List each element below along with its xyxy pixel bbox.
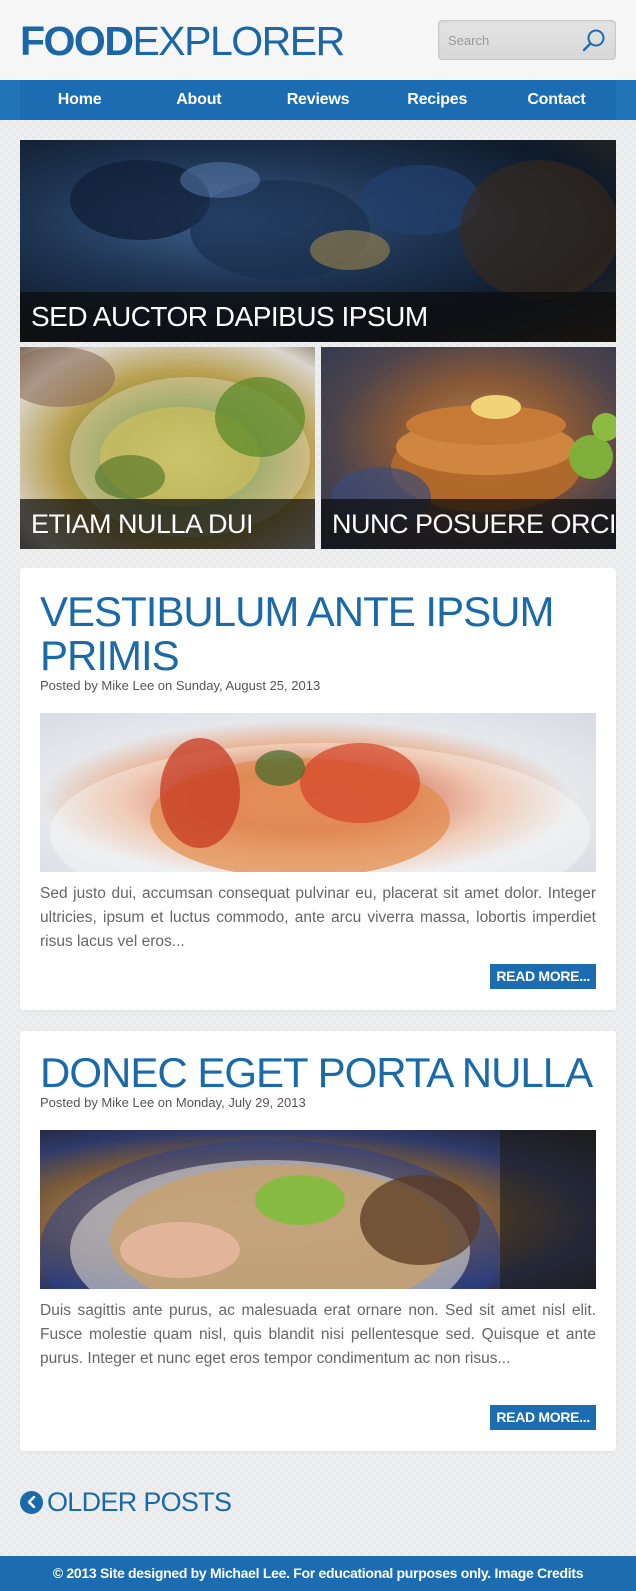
post-excerpt: Sed justo dui, accumsan consequat pulvin…	[40, 885, 596, 950]
image-credits-link[interactable]: Image Credits	[495, 1565, 584, 1581]
search-icon[interactable]	[581, 27, 607, 53]
featured-caption: NUNC POSUERE ORCI	[321, 499, 616, 549]
older-posts-link[interactable]: OLDER POSTS	[20, 1486, 232, 1518]
search-box	[438, 20, 616, 60]
logo-bold-text: FOOD	[20, 18, 134, 64]
post-meta: Posted by Mike Lee on Sunday, August 25,…	[40, 678, 321, 693]
featured-tile-mussels[interactable]: SED AUCTOR DAPIBUS IPSUM	[20, 140, 616, 342]
search-input[interactable]	[439, 21, 579, 59]
pasta-image	[50, 738, 590, 872]
nav-item-contact[interactable]: Contact	[497, 80, 616, 120]
nav-item-reviews[interactable]: Reviews	[258, 80, 377, 120]
nav-item-home[interactable]: Home	[20, 80, 139, 120]
nav-item-recipes[interactable]: Recipes	[378, 80, 497, 120]
featured-tile-pancakes[interactable]: NUNC POSUERE ORCI	[321, 347, 616, 549]
post-title[interactable]: DONEC EGET PORTA NULLA	[40, 1051, 596, 1095]
blog-post: VESTIBULUM ANTE IPSUM PRIMIS Posted by M…	[20, 568, 616, 1010]
ramen-image	[40, 1130, 596, 1289]
main-nav-inner: Home About Reviews Recipes Contact	[20, 80, 616, 120]
post-title[interactable]: VESTIBULUM ANTE IPSUM PRIMIS	[40, 590, 596, 678]
chevron-left-icon	[20, 1490, 43, 1514]
read-more-button[interactable]: READ MORE...	[490, 964, 596, 989]
post-image-pasta[interactable]	[40, 713, 596, 872]
older-posts-label: OLDER POSTS	[47, 1487, 232, 1517]
post-image-ramen[interactable]	[40, 1130, 596, 1289]
footer-copyright: © 2013 Site designed by Michael Lee. For…	[52, 1565, 491, 1581]
featured-tile-salad[interactable]: ETIAM NULLA DUI	[20, 347, 315, 549]
site-footer: © 2013 Site designed by Michael Lee. For…	[0, 1556, 636, 1591]
blog-post: DONEC EGET PORTA NULLA Posted by Mike Le…	[20, 1031, 616, 1451]
logo-light-text: EXPLORER	[132, 18, 345, 64]
site-header: FOODEXPLORER	[0, 0, 636, 80]
nav-item-about[interactable]: About	[139, 80, 258, 120]
post-excerpt: Duis sagittis ante purus, ac malesuada e…	[40, 1302, 596, 1367]
featured-caption: ETIAM NULLA DUI	[20, 499, 315, 549]
post-meta: Posted by Mike Lee on Monday, July 29, 2…	[40, 1095, 306, 1110]
main-nav: Home About Reviews Recipes Contact	[0, 80, 636, 120]
featured-caption: SED AUCTOR DAPIBUS IPSUM	[20, 292, 616, 342]
site-logo[interactable]: FOODEXPLORER	[20, 18, 345, 64]
read-more-button[interactable]: READ MORE...	[490, 1405, 596, 1430]
